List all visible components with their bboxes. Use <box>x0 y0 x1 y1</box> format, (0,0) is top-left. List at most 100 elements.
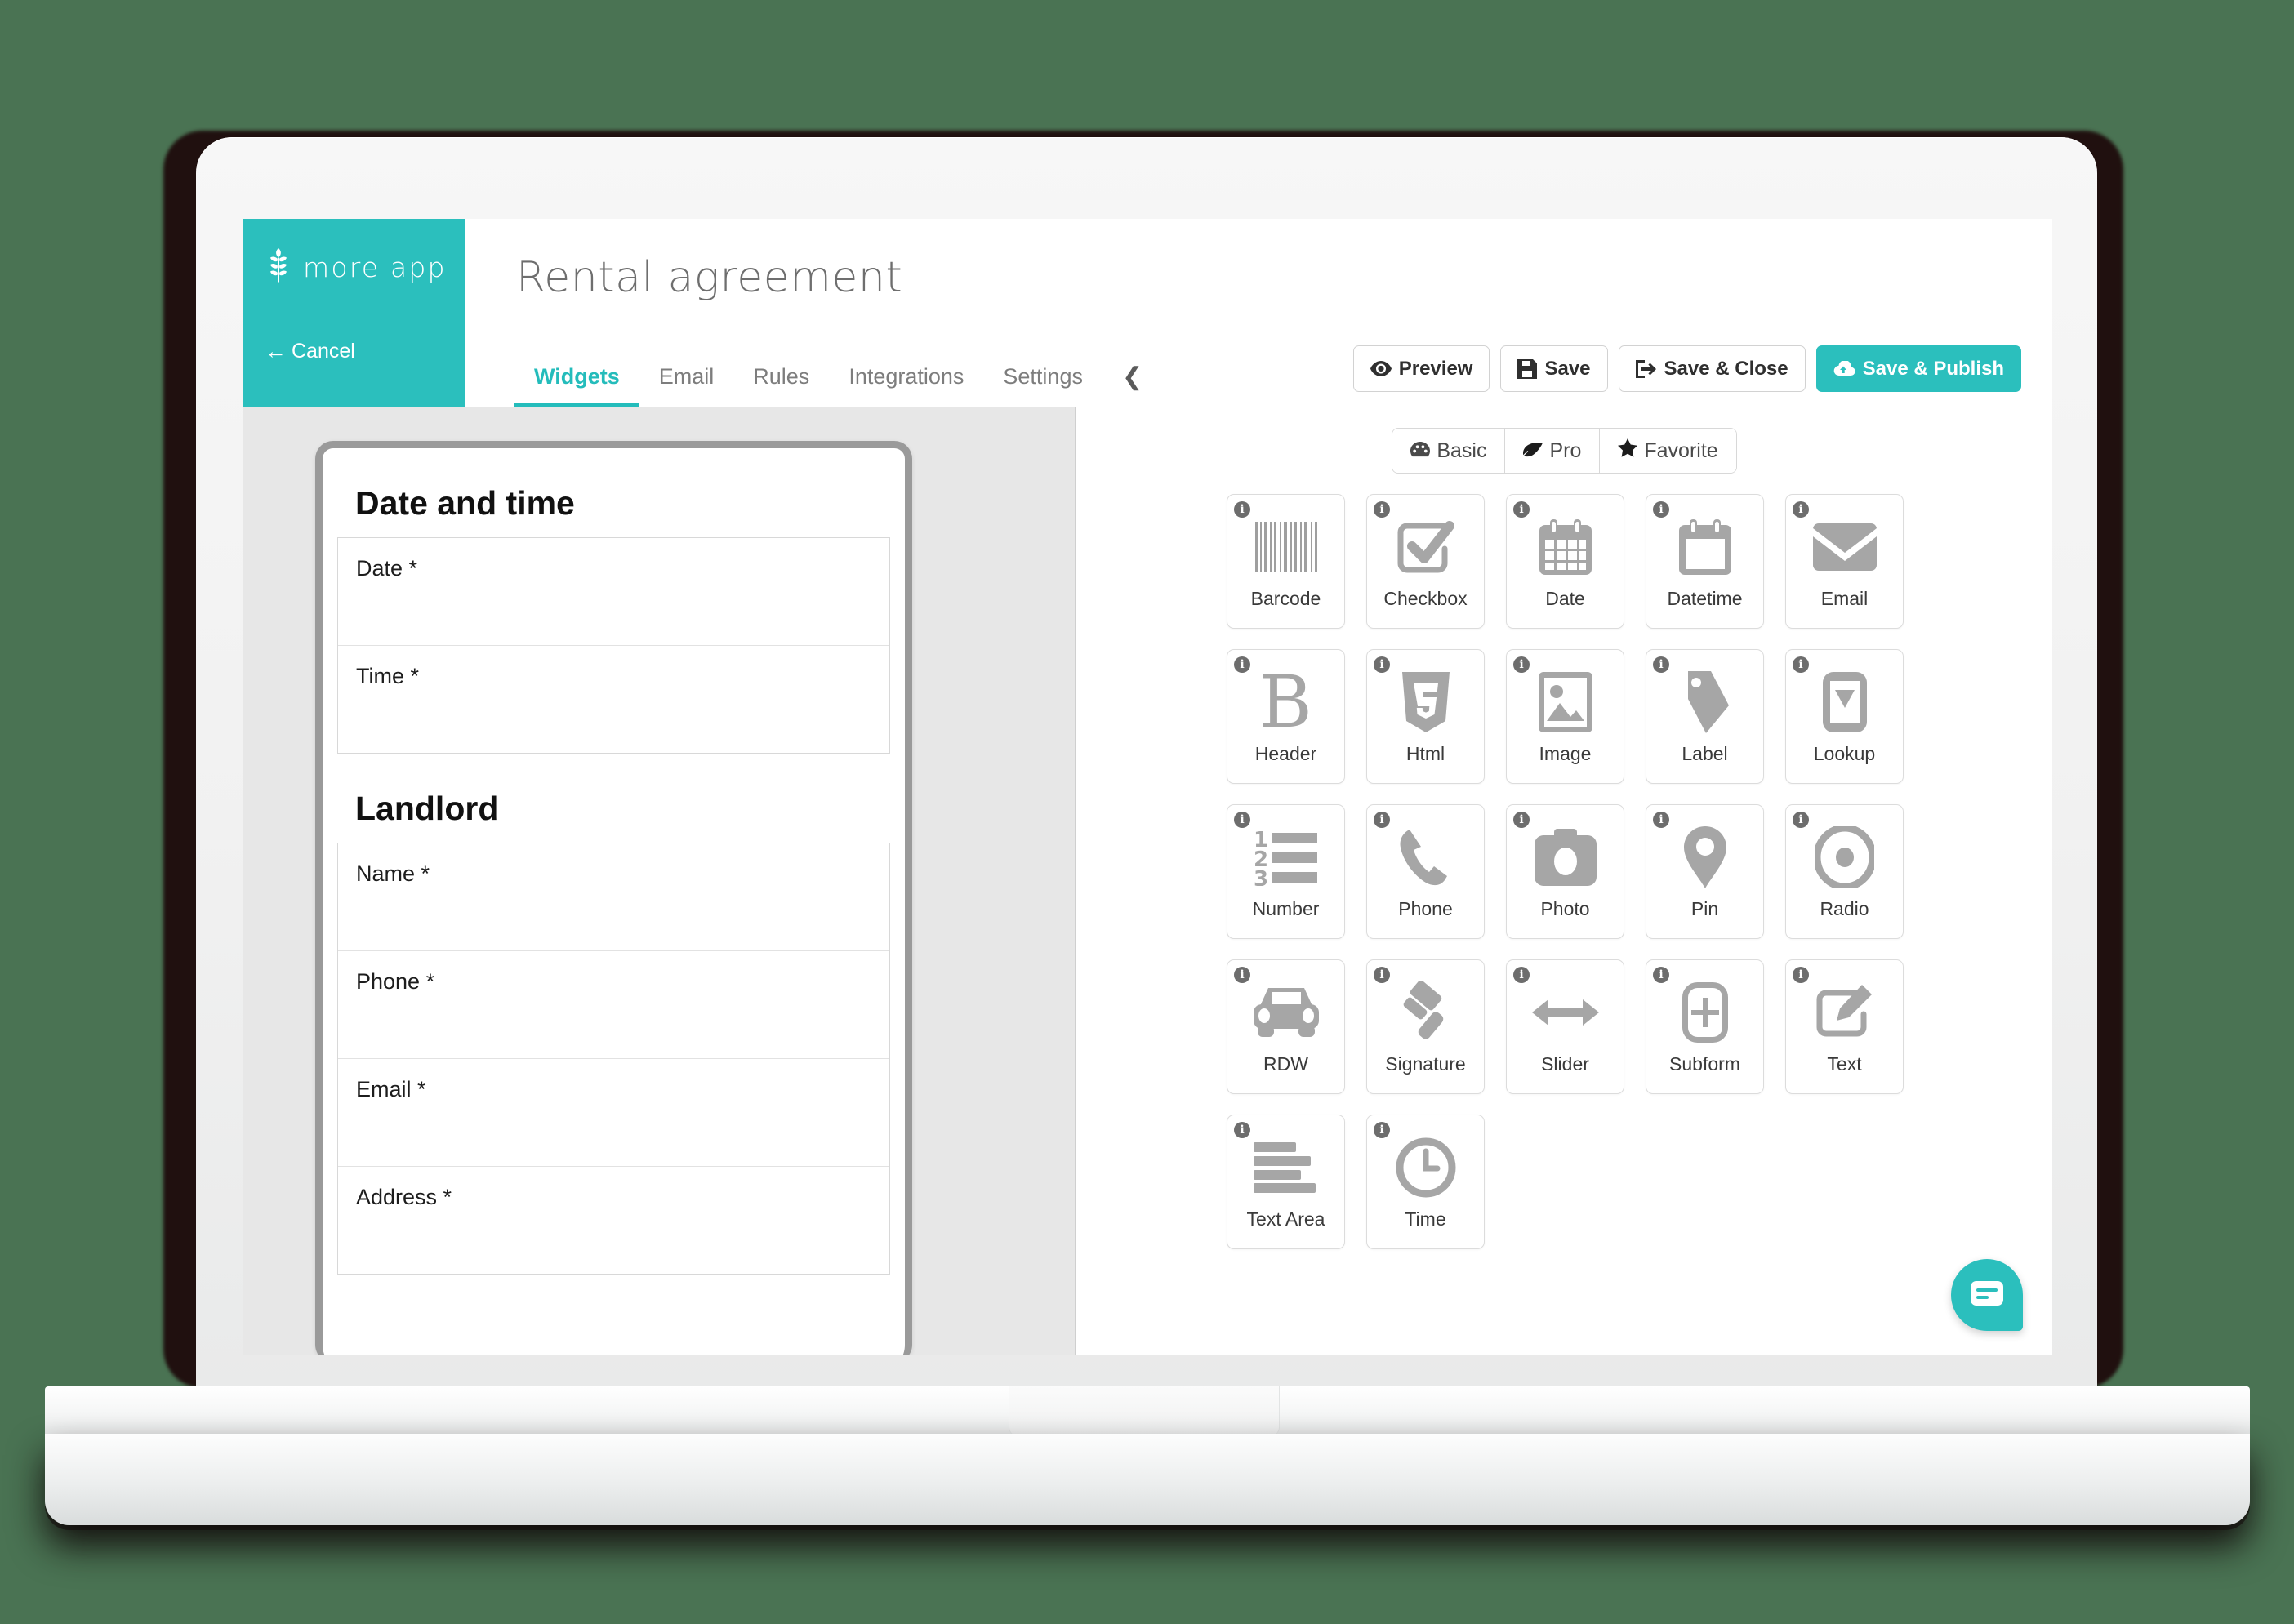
app-logo: more app <box>265 248 447 287</box>
form-field-label: Address * <box>356 1185 452 1209</box>
widget-pin[interactable]: i Pin <box>1646 804 1764 939</box>
barcode-icon <box>1227 506 1344 588</box>
save-and-publish-button[interactable]: Save & Publish <box>1815 345 2021 392</box>
info-icon[interactable]: i <box>1513 967 1530 983</box>
info-icon[interactable]: i <box>1793 812 1809 828</box>
widget-signature[interactable]: i Signature <box>1366 959 1485 1094</box>
widget-html[interactable]: i Html <box>1366 649 1485 784</box>
widget-text-area[interactable]: i Text Area <box>1227 1115 1345 1249</box>
widget-label: Image <box>1539 743 1592 764</box>
form-field-time[interactable]: Time * <box>338 646 889 754</box>
chat-bubble-icon <box>1971 1280 2003 1310</box>
widget-label-widget[interactable]: i Label <box>1646 649 1764 784</box>
widget-checkbox[interactable]: i Checkbox <box>1366 494 1485 629</box>
info-icon[interactable]: i <box>1513 501 1530 518</box>
widget-header[interactable]: i B Header <box>1227 649 1345 784</box>
leaf-icon <box>1523 439 1543 463</box>
info-icon[interactable]: i <box>1793 501 1809 518</box>
info-icon[interactable]: i <box>1513 656 1530 673</box>
widget-label: Label <box>1682 743 1728 764</box>
form-field-phone[interactable]: Phone * <box>338 951 889 1059</box>
form-preview-scroll[interactable]: Date and time Date * Time * Landlord Nam… <box>323 484 905 1275</box>
info-icon[interactable]: i <box>1234 501 1250 518</box>
page-title: Rental agreement <box>516 253 903 302</box>
widget-image[interactable]: i Image <box>1506 649 1624 784</box>
info-icon[interactable]: i <box>1793 967 1809 983</box>
widget-phone[interactable]: i Phone <box>1366 804 1485 939</box>
info-icon[interactable]: i <box>1374 967 1390 983</box>
info-icon[interactable]: i <box>1374 501 1390 518</box>
info-icon[interactable]: i <box>1234 1122 1250 1138</box>
widget-label: Photo <box>1540 898 1590 919</box>
bold-b-icon: B <box>1259 660 1312 744</box>
info-icon[interactable]: i <box>1793 656 1809 673</box>
info-icon[interactable]: i <box>1374 656 1390 673</box>
save-and-close-button[interactable]: Save & Close <box>1618 345 1806 392</box>
widget-label: Checkbox <box>1383 588 1468 609</box>
info-icon[interactable]: i <box>1513 812 1530 828</box>
phone-icon <box>1367 816 1484 898</box>
widget-rdw[interactable]: i RDW <box>1227 959 1345 1094</box>
widget-lookup[interactable]: i Lookup <box>1785 649 1904 784</box>
chevron-left-icon[interactable]: ❮ <box>1102 365 1162 407</box>
form-field-email[interactable]: Email * <box>338 1059 889 1167</box>
form-field-address[interactable]: Address * <box>338 1167 889 1275</box>
tab-settings[interactable]: Settings <box>983 366 1102 407</box>
info-icon[interactable]: i <box>1234 967 1250 983</box>
cancel-button[interactable]: ← Cancel <box>265 340 355 363</box>
tab-integrations[interactable]: Integrations <box>829 366 983 407</box>
tab-email[interactable]: Email <box>639 366 734 407</box>
widget-radio[interactable]: i Radio <box>1785 804 1904 939</box>
preview-button[interactable]: Preview <box>1352 345 1490 392</box>
tab-rules[interactable]: Rules <box>733 366 829 407</box>
form-field-name[interactable]: Name * <box>338 843 889 951</box>
info-icon[interactable]: i <box>1653 501 1669 518</box>
checkbox-icon <box>1367 506 1484 588</box>
filter-basic[interactable]: Basic <box>1392 429 1506 473</box>
widget-slider[interactable]: i Slider <box>1506 959 1624 1094</box>
laptop-base-notch <box>1009 1386 1280 1435</box>
tag-icon <box>1646 661 1763 743</box>
header-bar: Rental agreement Widgets Email Rules Int… <box>465 219 2052 407</box>
info-icon[interactable]: i <box>1653 656 1669 673</box>
widget-label: Text <box>1827 1053 1862 1075</box>
info-icon[interactable]: i <box>1234 656 1250 673</box>
form-field-group: Date * Time * <box>337 537 890 754</box>
widget-email[interactable]: i Email <box>1785 494 1904 629</box>
info-icon[interactable]: i <box>1653 812 1669 828</box>
tab-widgets[interactable]: Widgets <box>514 366 639 407</box>
widget-label: Datetime <box>1667 588 1743 609</box>
filter-basic-label: Basic <box>1437 438 1487 462</box>
form-field-label: Email * <box>356 1077 426 1101</box>
info-icon[interactable]: i <box>1374 1122 1390 1138</box>
widget-datetime[interactable]: i Datetime <box>1646 494 1764 629</box>
info-icon[interactable]: i <box>1653 967 1669 983</box>
editor-body: Date and time Date * Time * Landlord Nam… <box>243 407 2052 1355</box>
filter-favorite[interactable]: Favorite <box>1600 429 1736 473</box>
calendar-blank-icon <box>1646 506 1763 588</box>
chat-support-button[interactable] <box>1951 1259 2023 1331</box>
widget-time[interactable]: i Time <box>1366 1115 1485 1249</box>
widget-label: Barcode <box>1250 588 1321 609</box>
widget-barcode[interactable]: i Barcode <box>1227 494 1345 629</box>
form-field-date[interactable]: Date * <box>338 538 889 646</box>
save-and-close-label: Save & Close <box>1664 357 1788 380</box>
toolbar: Preview Save Save & Close Save & Publish <box>1352 345 2021 392</box>
form-section-title: Date and time <box>355 484 575 522</box>
info-icon[interactable]: i <box>1374 812 1390 828</box>
filter-pro[interactable]: Pro <box>1505 429 1601 473</box>
laptop-base-body <box>45 1434 2250 1525</box>
clock-icon <box>1367 1127 1484 1208</box>
save-button[interactable]: Save <box>1500 345 1608 392</box>
star-icon <box>1618 438 1638 463</box>
widget-subform[interactable]: i Subform <box>1646 959 1764 1094</box>
plus-box-icon <box>1646 972 1763 1053</box>
widget-number[interactable]: i 1 2 3 Number <box>1227 804 1345 939</box>
widget-label: Number <box>1252 898 1320 919</box>
info-icon[interactable]: i <box>1234 812 1250 828</box>
save-label: Save <box>1544 357 1591 380</box>
widget-photo[interactable]: i Photo <box>1506 804 1624 939</box>
calendar-icon <box>1507 506 1624 588</box>
widget-text[interactable]: i Text <box>1785 959 1904 1094</box>
widget-date[interactable]: i Date <box>1506 494 1624 629</box>
